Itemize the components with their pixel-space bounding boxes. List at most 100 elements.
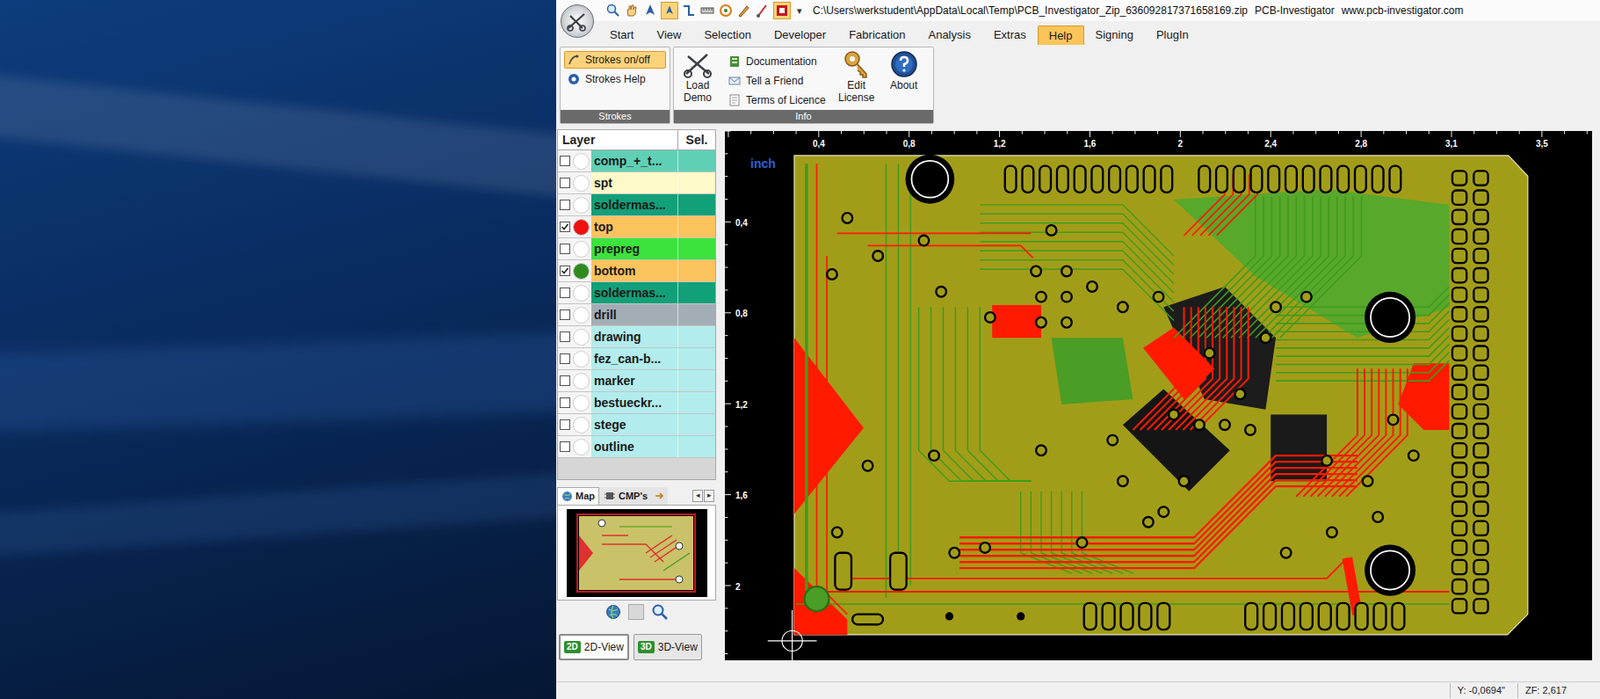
layer-row[interactable]: prepreg xyxy=(557,238,716,261)
layer-color-dot[interactable] xyxy=(572,284,590,302)
layer-select-cell[interactable] xyxy=(678,260,716,282)
column-header[interactable]: Layer xyxy=(557,130,679,150)
ribbon-tab[interactable]: Start xyxy=(598,25,645,45)
layer-row[interactable]: drill xyxy=(557,304,716,326)
layer-row[interactable]: marker xyxy=(557,369,716,392)
pdf-icon[interactable] xyxy=(773,1,791,20)
layer-checkbox[interactable] xyxy=(559,221,571,232)
brush-icon[interactable] xyxy=(754,2,771,19)
layer-row[interactable]: spt xyxy=(557,172,716,195)
ribbon-item[interactable]: Strokes Help xyxy=(564,70,667,88)
measure-icon[interactable] xyxy=(699,2,716,19)
ribbon-tab[interactable]: Fabrication xyxy=(837,25,917,45)
layer-color-dot[interactable] xyxy=(572,306,590,324)
layer-checkbox[interactable] xyxy=(559,199,571,210)
layer-checkbox[interactable] xyxy=(559,243,571,254)
layer-row[interactable]: fez_can-b... xyxy=(557,347,716,370)
layer-checkbox[interactable] xyxy=(559,287,571,298)
app-logo-icon[interactable] xyxy=(560,4,594,38)
ribbon-button[interactable]: Edit License xyxy=(836,49,877,104)
pen-icon[interactable] xyxy=(736,2,753,19)
layer-select-cell[interactable] xyxy=(678,347,716,370)
layer-row[interactable]: soldermas... xyxy=(557,194,716,217)
layer-select-cell[interactable] xyxy=(678,238,716,260)
tab-scroll-button[interactable]: ▸ xyxy=(703,489,715,502)
ribbon-item[interactable]: Terms of Licence xyxy=(724,91,830,109)
layer-color-dot[interactable] xyxy=(572,174,590,192)
layer-color-dot[interactable] xyxy=(572,416,590,434)
view-button[interactable]: 2D2D-View xyxy=(558,633,630,660)
layer-select-cell[interactable] xyxy=(678,194,716,216)
circle-icon[interactable] xyxy=(717,2,734,19)
layer-select-cell[interactable] xyxy=(678,304,716,326)
layer-select-cell[interactable] xyxy=(678,150,716,172)
layer-color-dot[interactable] xyxy=(572,328,590,346)
layer-select-cell[interactable] xyxy=(678,172,716,194)
globe-icon[interactable] xyxy=(605,603,622,620)
layer-checkbox[interactable] xyxy=(559,419,571,430)
layer-checkbox[interactable] xyxy=(559,375,571,386)
layer-color-dot[interactable] xyxy=(572,438,590,456)
ribbon-tab[interactable]: View xyxy=(644,25,693,45)
layer-checkbox[interactable] xyxy=(559,265,571,276)
layer-row[interactable]: bestueckr... xyxy=(557,391,716,414)
layer-checkbox[interactable] xyxy=(559,353,571,364)
layer-color-dot[interactable] xyxy=(572,196,590,214)
layer-row[interactable]: soldermas... xyxy=(557,282,716,305)
magnifier-icon[interactable] xyxy=(651,602,669,621)
layer-select-cell[interactable] xyxy=(678,391,716,413)
side-tab[interactable]: CMP's xyxy=(599,486,652,505)
layer-color-dot[interactable] xyxy=(572,262,590,280)
layer-color-dot[interactable] xyxy=(572,218,590,236)
layer-checkbox[interactable] xyxy=(559,309,571,320)
select-arrow-icon[interactable] xyxy=(642,2,659,19)
layer-color-dot[interactable] xyxy=(572,394,590,412)
ribbon-tab[interactable]: Selection xyxy=(692,25,762,45)
ribbon-tab[interactable]: Developer xyxy=(762,25,838,45)
ribbon-item[interactable]: Documentation xyxy=(724,52,830,71)
layer-row[interactable]: top xyxy=(557,216,716,239)
layer-row[interactable]: bottom xyxy=(557,260,716,283)
ribbon-tab[interactable]: Help xyxy=(1037,25,1085,45)
route-icon[interactable] xyxy=(680,2,697,19)
select-mode-icon[interactable] xyxy=(660,1,679,20)
layer-checkbox[interactable] xyxy=(559,331,571,342)
ribbon-item[interactable]: Strokes on/off xyxy=(564,50,667,69)
layer-select-cell[interactable] xyxy=(678,369,716,391)
layer-select-cell[interactable] xyxy=(678,413,716,435)
layer-row[interactable]: comp_+_t... xyxy=(557,150,716,173)
layer-select-cell[interactable] xyxy=(678,282,716,304)
map-thumbnail[interactable] xyxy=(566,508,708,597)
layer-row[interactable]: stege xyxy=(557,413,716,436)
layer-select-cell[interactable] xyxy=(678,216,716,238)
column-header[interactable]: Sel. xyxy=(678,130,716,150)
ribbon-button[interactable]: About xyxy=(883,49,925,92)
ribbon-tab[interactable]: Analysis xyxy=(916,25,982,45)
zoom-icon[interactable] xyxy=(605,2,622,19)
layer-color-dot[interactable] xyxy=(572,372,590,390)
layer-checkbox[interactable] xyxy=(559,177,571,189)
layer-checkbox[interactable] xyxy=(559,441,571,452)
more-tab-icon[interactable] xyxy=(651,486,668,505)
ribbon-tab[interactable]: Signing xyxy=(1084,25,1145,45)
side-tab[interactable]: Map xyxy=(557,486,600,505)
ribbon-item[interactable]: Tell a Friend xyxy=(724,72,830,90)
hand-icon[interactable] xyxy=(623,2,640,19)
layer-color-dot[interactable] xyxy=(572,152,590,170)
ribbon-tab[interactable]: Extras xyxy=(982,25,1038,45)
tab-scroll-button[interactable]: ◂ xyxy=(692,489,703,502)
layer-row[interactable]: drawing xyxy=(557,325,716,348)
view-button[interactable]: 3D3D-View xyxy=(633,633,703,660)
layer-color-dot[interactable] xyxy=(572,240,590,258)
ribbon-tab[interactable]: PlugIn xyxy=(1144,25,1201,45)
quick-access-more[interactable]: ▾ xyxy=(793,3,806,19)
layer-checkbox[interactable] xyxy=(559,397,571,408)
layer-row[interactable]: outline xyxy=(557,435,716,458)
color-swatch[interactable] xyxy=(628,603,645,620)
layer-color-dot[interactable] xyxy=(572,350,590,368)
layer-select-cell[interactable] xyxy=(678,325,716,348)
layer-checkbox[interactable] xyxy=(559,155,571,167)
pcb-canvas[interactable]: inch0,40,81,21,622,42,83,13,50,40,81,21,… xyxy=(724,130,1593,660)
ribbon-button[interactable]: Load Demo xyxy=(677,49,718,104)
layer-select-cell[interactable] xyxy=(678,435,716,457)
